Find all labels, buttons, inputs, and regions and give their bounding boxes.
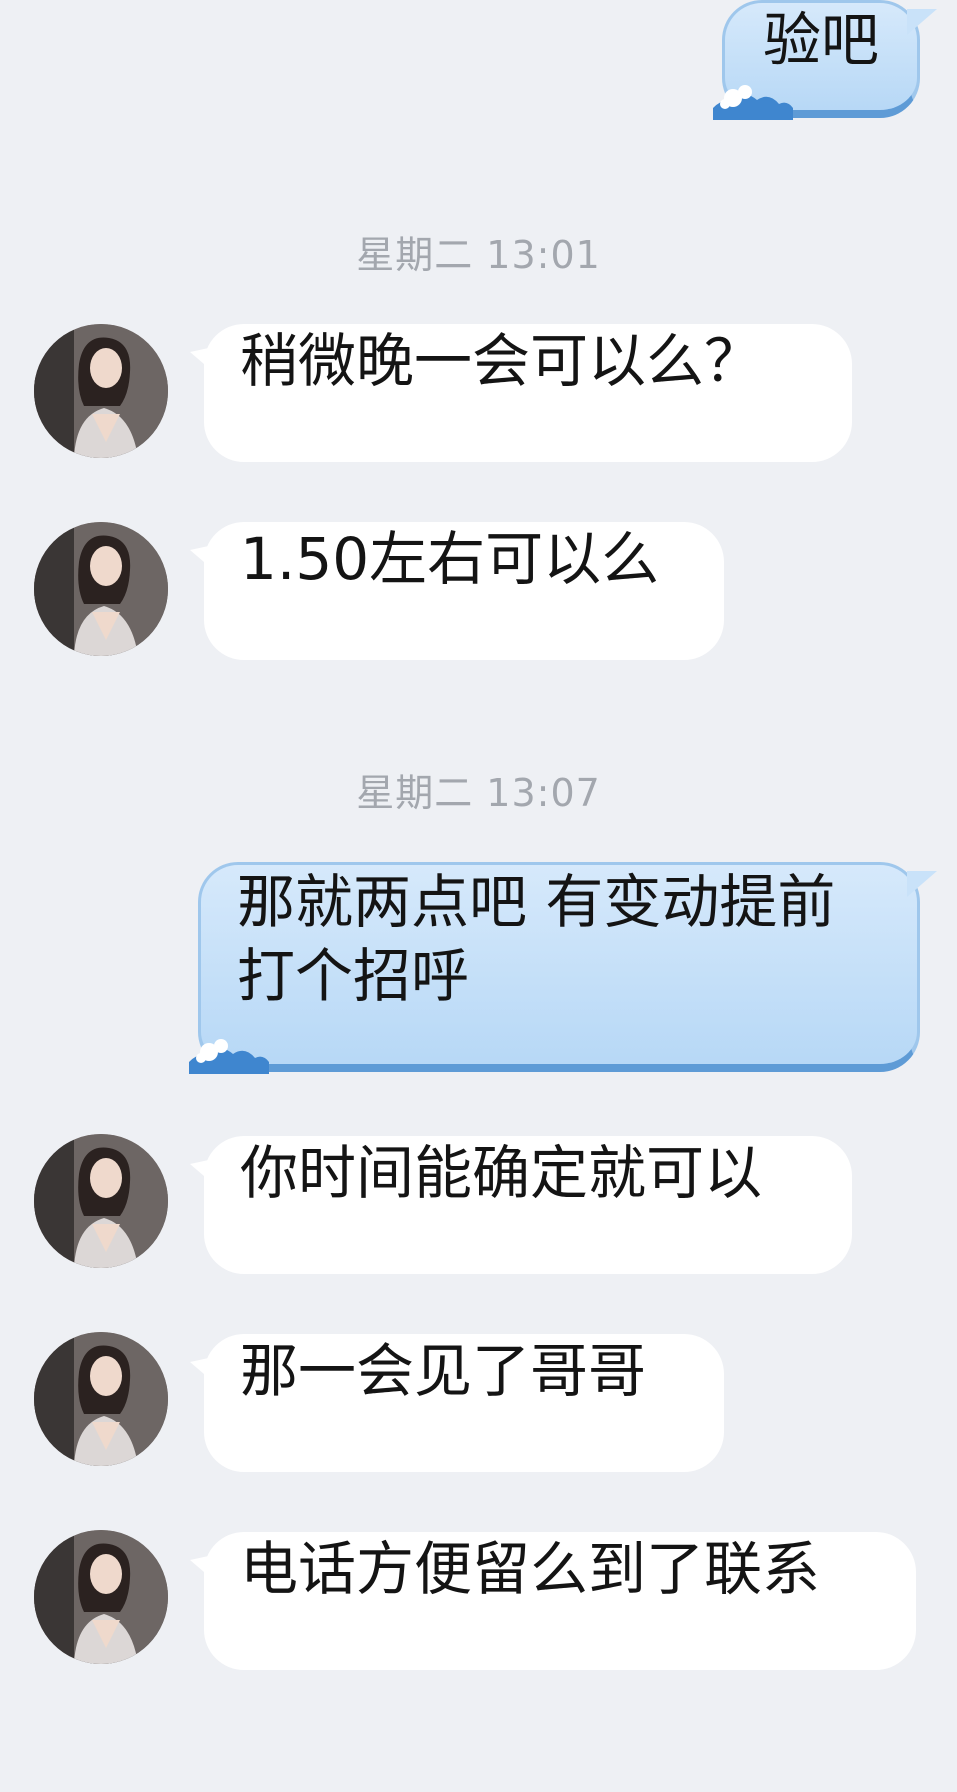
portrait-image: [34, 1134, 168, 1268]
message-text: 1.50左右可以么: [240, 525, 660, 593]
incoming-message-bubble[interactable]: 电话方便留么到了联系: [204, 1532, 916, 1670]
portrait-image: [34, 1530, 168, 1664]
portrait-image: [34, 324, 168, 458]
incoming-message-bubble[interactable]: 那一会见了哥哥: [204, 1334, 724, 1472]
wave-decoration-icon: [189, 1039, 269, 1074]
message-text: 稍微晚一会可以么？: [240, 327, 763, 395]
incoming-message-bubble[interactable]: 你时间能确定就可以: [204, 1136, 852, 1274]
contact-avatar[interactable]: [34, 324, 168, 458]
contact-avatar[interactable]: [34, 522, 168, 656]
wave-decoration-icon: [713, 85, 793, 120]
contact-avatar[interactable]: [34, 1134, 168, 1268]
message-timestamp: 星期二 13:01: [356, 233, 601, 277]
portrait-image: [34, 1332, 168, 1466]
chat-thread: 验吧 星期二 13:01 稍微晚一会可以么？ 1.50左右可以么 星期二 13:…: [0, 0, 957, 1792]
message-text: 那就两点吧 有变动提前打个招呼: [237, 868, 836, 1010]
message-text: 验吧: [762, 6, 879, 74]
incoming-message-bubble[interactable]: 稍微晚一会可以么？: [204, 324, 852, 462]
contact-avatar[interactable]: [34, 1332, 168, 1466]
message-text: 电话方便留么到了联系: [240, 1535, 821, 1603]
portrait-image: [34, 522, 168, 656]
message-text: 那一会见了哥哥: [240, 1337, 647, 1405]
contact-avatar[interactable]: [34, 1530, 168, 1664]
message-timestamp: 星期二 13:07: [356, 771, 601, 815]
outgoing-message-bubble[interactable]: 验吧: [713, 0, 920, 120]
incoming-message-bubble[interactable]: 1.50左右可以么: [204, 522, 724, 660]
message-text: 你时间能确定就可以: [240, 1139, 763, 1207]
outgoing-message-bubble[interactable]: 那就两点吧 有变动提前打个招呼: [189, 862, 920, 1074]
